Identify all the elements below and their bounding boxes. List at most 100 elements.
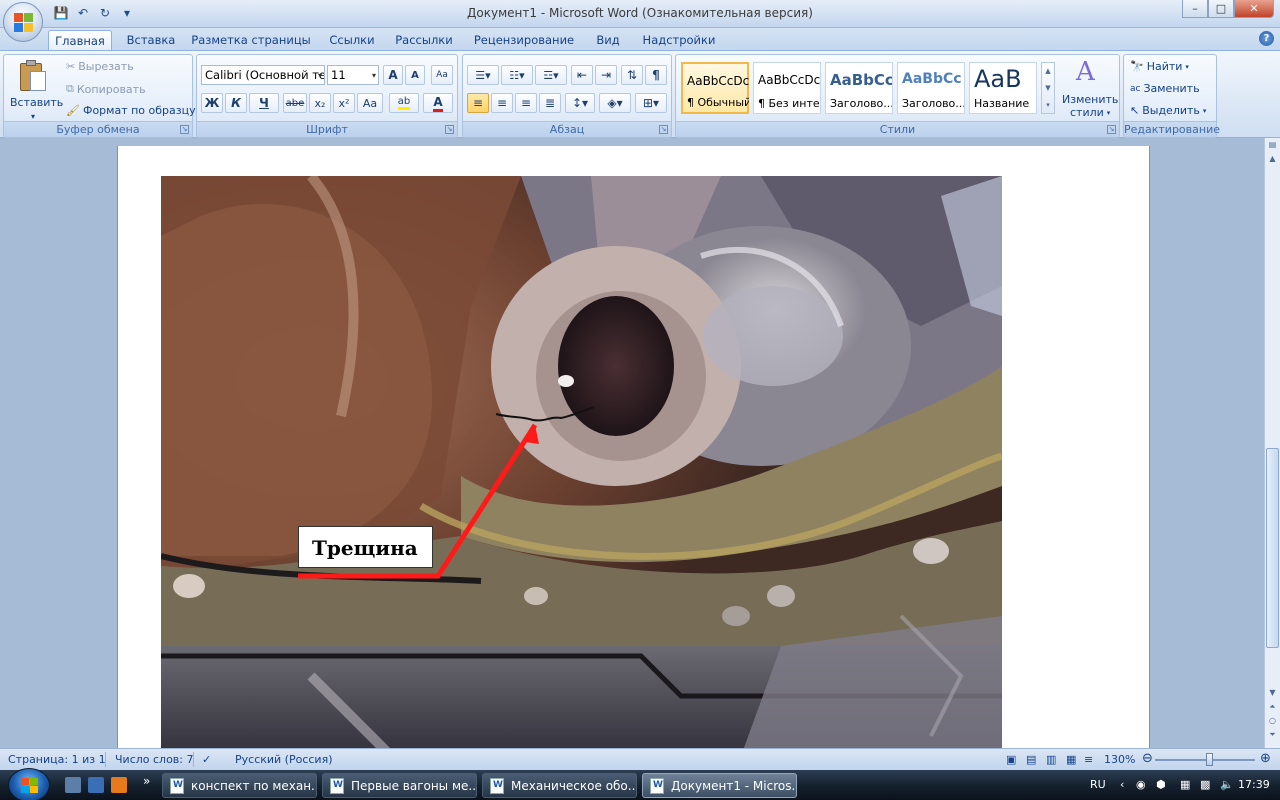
shrink-font-button[interactable]: A bbox=[405, 65, 425, 85]
bullets-button[interactable]: ☰▾ bbox=[467, 65, 499, 85]
superscript-button[interactable]: x² bbox=[333, 93, 355, 113]
scroll-down-arrow-icon[interactable]: ▼ bbox=[1265, 688, 1280, 702]
sort-button[interactable]: ⇅ bbox=[621, 65, 643, 85]
highlight-button[interactable]: ab bbox=[389, 93, 419, 113]
decrease-indent-button[interactable]: ⇤ bbox=[571, 65, 593, 85]
select-button[interactable]: ↖ Выделить ▾ bbox=[1130, 104, 1206, 117]
input-language[interactable]: RU bbox=[1090, 778, 1106, 791]
tab-view[interactable]: Вид bbox=[590, 30, 626, 50]
font-name-select[interactable]: Calibri (Основной те ▾ bbox=[201, 65, 325, 85]
minimize-button[interactable]: – bbox=[1182, 0, 1208, 18]
styles-gallery-scroll[interactable]: ▲ ▼ ▾ bbox=[1041, 62, 1055, 114]
zoom-level[interactable]: 130% bbox=[1104, 753, 1135, 766]
close-button[interactable]: ✕ bbox=[1234, 0, 1274, 18]
media-player-icon[interactable] bbox=[111, 777, 127, 793]
tray-app-icon[interactable]: ▩ bbox=[1200, 778, 1210, 791]
tab-mailings[interactable]: Рассылки bbox=[390, 30, 458, 50]
replace-button[interactable]: ac Заменить bbox=[1130, 82, 1200, 95]
proofing-icon[interactable]: ✓ bbox=[202, 753, 211, 766]
style-title[interactable]: AaB Название bbox=[969, 62, 1037, 114]
paste-dropdown-icon[interactable]: ▾ bbox=[31, 112, 35, 121]
vertical-scrollbar[interactable]: ▤ ▲ ▼ ⏶ ○ ⏷ bbox=[1264, 138, 1280, 748]
page-count-status[interactable]: Страница: 1 из 1 bbox=[8, 753, 106, 766]
taskbar-item[interactable]: конспект по механ... bbox=[162, 773, 317, 798]
find-button[interactable]: 🔭 Найти ▾ bbox=[1130, 60, 1189, 73]
tab-page-layout[interactable]: Разметка страницы bbox=[190, 30, 312, 50]
style-normal[interactable]: AaBbCcDc ¶ Обычный bbox=[681, 62, 749, 114]
align-center-button[interactable]: ≡ bbox=[491, 93, 513, 113]
italic-button[interactable]: К bbox=[225, 93, 247, 113]
style-heading-1[interactable]: AaBbCc Заголово... bbox=[825, 62, 893, 114]
taskbar-item[interactable]: Первые вагоны ме... bbox=[322, 773, 477, 798]
styles-launcher-icon[interactable]: ↘ bbox=[1107, 125, 1116, 134]
subscript-button[interactable]: x₂ bbox=[309, 93, 331, 113]
view-print-layout-icon[interactable]: ▣ bbox=[1006, 753, 1016, 766]
style-heading-2[interactable]: AaBbCc Заголово... bbox=[897, 62, 965, 114]
grow-font-button[interactable]: A bbox=[383, 65, 403, 85]
scrollbar-thumb[interactable] bbox=[1266, 448, 1279, 648]
show-formatting-button[interactable]: ¶ bbox=[645, 65, 667, 85]
previous-page-icon[interactable]: ⏶ bbox=[1265, 702, 1280, 716]
change-styles-button-line2[interactable]: стили ▾ bbox=[1070, 106, 1110, 119]
document-page[interactable]: Трещина bbox=[117, 146, 1150, 748]
language-status[interactable]: Русский (Россия) bbox=[235, 753, 333, 766]
change-styles-button[interactable]: Изменить bbox=[1062, 93, 1118, 106]
paste-icon[interactable] bbox=[18, 59, 48, 93]
align-left-button[interactable]: ≡ bbox=[467, 93, 489, 113]
zoom-slider[interactable] bbox=[1155, 759, 1255, 761]
office-button[interactable] bbox=[3, 2, 43, 42]
font-color-button[interactable]: A bbox=[423, 93, 453, 113]
font-launcher-icon[interactable]: ↘ bbox=[445, 125, 454, 134]
line-spacing-button[interactable]: ↕▾ bbox=[565, 93, 595, 113]
clipboard-launcher-icon[interactable]: ↘ bbox=[180, 125, 189, 134]
font-size-select[interactable]: 11 ▾ bbox=[327, 65, 379, 85]
tab-references[interactable]: Ссылки bbox=[322, 30, 382, 50]
scroll-up-arrow-icon[interactable]: ▲ bbox=[1265, 154, 1280, 168]
start-button[interactable] bbox=[8, 768, 50, 800]
paste-button[interactable]: Вставить bbox=[10, 96, 63, 109]
engine-crack-photo[interactable]: Трещина bbox=[161, 176, 1002, 748]
next-page-icon[interactable]: ⏷ bbox=[1265, 730, 1280, 744]
multilevel-list-button[interactable]: ☲▾ bbox=[535, 65, 567, 85]
view-web-layout-icon[interactable]: ▥ bbox=[1046, 753, 1056, 766]
zoom-slider-thumb[interactable] bbox=[1206, 753, 1213, 766]
quicklaunch-overflow-icon[interactable]: » bbox=[143, 774, 150, 788]
strikethrough-button[interactable]: abe bbox=[283, 93, 307, 113]
taskbar-item-active[interactable]: Документ1 - Micros... bbox=[642, 773, 797, 798]
taskbar-item[interactable]: Механическое обо... bbox=[482, 773, 637, 798]
zoom-in-icon[interactable]: ⊕ bbox=[1260, 751, 1271, 766]
browse-object-icon[interactable]: ○ bbox=[1265, 716, 1280, 730]
increase-indent-button[interactable]: ⇥ bbox=[595, 65, 617, 85]
justify-button[interactable]: ≣ bbox=[539, 93, 561, 113]
bold-button[interactable]: Ж bbox=[201, 93, 223, 113]
borders-button[interactable]: ⊞▾ bbox=[635, 93, 667, 113]
align-right-button[interactable]: ≡ bbox=[515, 93, 537, 113]
word-count-status[interactable]: Число слов: 7 bbox=[115, 753, 194, 766]
tab-home[interactable]: Главная bbox=[48, 30, 112, 50]
tray-expand-icon[interactable]: ‹ bbox=[1120, 778, 1124, 791]
clock[interactable]: 17:39 bbox=[1238, 778, 1270, 791]
network-icon[interactable]: ◉ bbox=[1136, 778, 1146, 791]
paragraph-launcher-icon[interactable]: ↘ bbox=[659, 125, 668, 134]
style-no-spacing[interactable]: AaBbCcDc ¶ Без инте... bbox=[753, 62, 821, 114]
underline-button[interactable]: Ч bbox=[249, 93, 279, 113]
antivirus-icon[interactable]: ⬢ bbox=[1156, 778, 1166, 791]
ruler-toggle-icon[interactable]: ▤ bbox=[1265, 140, 1280, 154]
tab-addins[interactable]: Надстройки bbox=[636, 30, 722, 50]
view-outline-icon[interactable]: ▦ bbox=[1066, 753, 1076, 766]
crack-callout-label[interactable]: Трещина bbox=[298, 526, 433, 568]
volume-icon[interactable]: 🔈 bbox=[1220, 778, 1234, 791]
clear-formatting-button[interactable]: Aa bbox=[431, 65, 453, 85]
cut-button[interactable]: ✂ Вырезать bbox=[66, 60, 134, 73]
help-icon[interactable]: ? bbox=[1259, 31, 1274, 46]
switch-windows-icon[interactable] bbox=[88, 777, 104, 793]
numbering-button[interactable]: ☷▾ bbox=[501, 65, 533, 85]
tab-insert[interactable]: Вставка bbox=[120, 30, 182, 50]
show-desktop-icon[interactable] bbox=[65, 777, 81, 793]
zoom-out-icon[interactable]: ⊖ bbox=[1142, 751, 1153, 766]
copy-button[interactable]: ⧉ Копировать bbox=[66, 82, 146, 96]
maximize-button[interactable]: □ bbox=[1208, 0, 1234, 18]
view-draft-icon[interactable]: ≡ bbox=[1084, 753, 1093, 766]
view-full-screen-icon[interactable]: ▤ bbox=[1026, 753, 1036, 766]
format-painter-button[interactable]: 🖌 Формат по образцу bbox=[66, 104, 196, 117]
